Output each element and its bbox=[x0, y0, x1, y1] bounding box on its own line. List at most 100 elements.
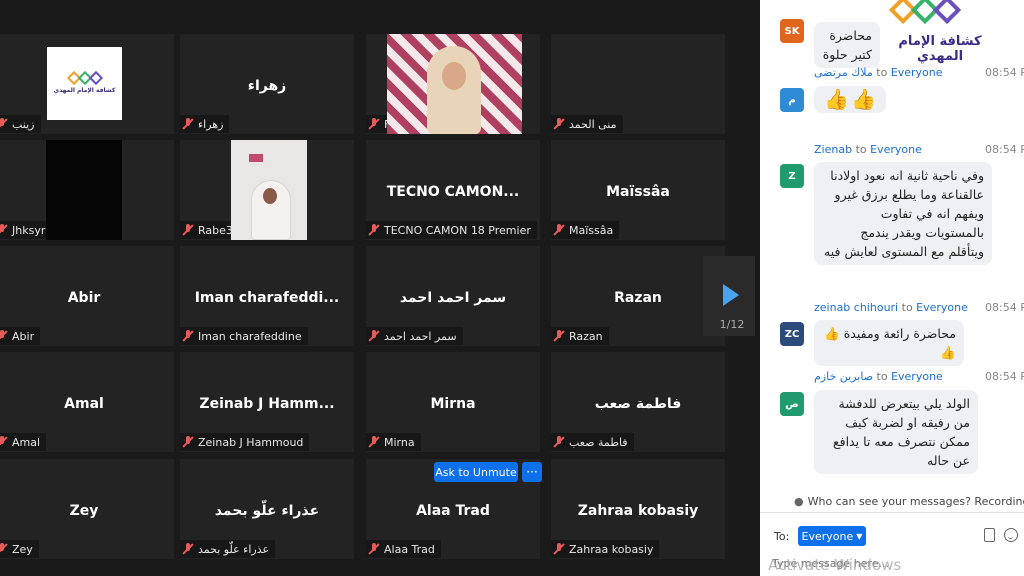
participant-tile[interactable]: Zey Zey bbox=[0, 459, 174, 559]
participant-display-name: Mirna bbox=[430, 396, 476, 412]
participant-tile[interactable]: Amal Amal bbox=[0, 352, 174, 452]
participant-tile[interactable]: Maïssâa Maïssâa bbox=[551, 140, 725, 240]
video-gallery: زينبزهراءزهراءFatima Chamseddineمنى الحم… bbox=[0, 0, 758, 576]
participant-tile[interactable]: Iman charafeddi... Iman charafeddine bbox=[180, 246, 354, 346]
participant-video-feed bbox=[46, 140, 122, 240]
participant-name-label: عذراء علّو بحمد bbox=[180, 540, 276, 558]
to-word: to bbox=[876, 370, 888, 383]
recipient-name[interactable]: Everyone bbox=[891, 370, 943, 383]
message-time: 08:54 P bbox=[985, 301, 1024, 314]
page-indicator: 1/12 bbox=[719, 318, 745, 331]
sender-avatar: Z bbox=[780, 164, 804, 188]
participant-tile[interactable]: منى الحمد bbox=[551, 34, 725, 134]
participant-label-text: Rabe3 bbox=[198, 223, 233, 237]
person-silhouette bbox=[427, 46, 481, 134]
message-header: zeinab chihouri to Everyone bbox=[814, 301, 968, 314]
mic-muted-icon bbox=[182, 330, 194, 342]
participant-label-text: Zeinab J Hammoud bbox=[198, 435, 304, 449]
participant-name-label: Abir bbox=[0, 327, 41, 345]
windows-activation-watermark: Activate Windows bbox=[768, 556, 902, 574]
file-icon[interactable] bbox=[984, 528, 995, 542]
mic-muted-icon bbox=[0, 330, 8, 342]
participant-label-text: سمر احمد احمد bbox=[384, 329, 457, 343]
participant-tile[interactable]: Zahraa kobasiy Zahraa kobasiy bbox=[551, 459, 725, 559]
mic-muted-icon bbox=[0, 436, 8, 448]
participant-name-label: زهراء bbox=[180, 115, 230, 133]
participant-display-name: Razan bbox=[614, 290, 662, 306]
recipient-name[interactable]: Everyone bbox=[891, 66, 943, 79]
participant-tile[interactable]: Razan Razan bbox=[551, 246, 725, 346]
message-header: صابرين خازم to Everyone bbox=[814, 370, 943, 383]
sender-name[interactable]: zeinab chihouri bbox=[814, 301, 898, 314]
participant-label-text: زهراء bbox=[198, 117, 224, 131]
mic-muted-icon bbox=[0, 118, 8, 130]
mic-muted-icon bbox=[182, 118, 194, 130]
recipient-name[interactable]: Everyone bbox=[916, 301, 968, 314]
participant-display-name: Zey bbox=[69, 503, 99, 519]
message-bubble: 👍👍 bbox=[814, 86, 886, 113]
mic-muted-icon bbox=[553, 118, 565, 130]
privacy-notice[interactable]: ● Who can see your messages? Recording O… bbox=[760, 492, 1024, 510]
participant-tile[interactable]: Abir Abir bbox=[0, 246, 174, 346]
participant-name-label: سمر احمد احمد bbox=[366, 327, 463, 345]
participant-label-text: زينب bbox=[12, 117, 35, 131]
participant-display-name: سمر احمد احمد bbox=[399, 290, 507, 306]
chat-panel: SK محاضرة كتير حلوة م ملاك مرتضى to Everyon… bbox=[760, 0, 1024, 576]
chevron-right-icon bbox=[723, 284, 739, 306]
message-bubble: محاضرة كتير حلوة bbox=[814, 22, 880, 68]
participant-label-text: Amal bbox=[12, 435, 41, 449]
face bbox=[263, 188, 277, 204]
participant-tile[interactable]: زهراء زهراء bbox=[180, 34, 354, 134]
scout-logo-icon bbox=[66, 70, 103, 86]
participant-tile[interactable]: Zeinab J Hamm... Zeinab J Hammoud bbox=[180, 352, 354, 452]
mic-muted-icon bbox=[368, 436, 380, 448]
sender-name[interactable]: Zienab bbox=[814, 143, 852, 156]
brand-logo-overlay: كشافة الإمام المهدي bbox=[875, 0, 1005, 64]
participant-label-text: منى الحمد bbox=[569, 117, 617, 131]
sender-name[interactable]: صابرين خازم bbox=[814, 370, 873, 383]
message-header: ملاك مرتضى to Everyone bbox=[814, 66, 943, 79]
participant-display-name: Iman charafeddi... bbox=[194, 290, 340, 306]
to-word: to bbox=[876, 66, 888, 79]
scout-logo-video: كشافة الإمام المهدي bbox=[47, 47, 122, 120]
participant-display-name: زهراء bbox=[247, 78, 287, 94]
recipient-name[interactable]: Everyone bbox=[870, 143, 922, 156]
logo-caption: كشافة الإمام المهدي bbox=[53, 87, 116, 94]
participant-label-text: Zey bbox=[12, 542, 33, 556]
message-time: 08:54 P bbox=[985, 143, 1024, 156]
participant-tile[interactable]: Mirna Mirna bbox=[366, 352, 540, 452]
participant-tile[interactable]: فاطمة صعب فاطمة صعب bbox=[551, 352, 725, 452]
message-time: 08:54 P bbox=[985, 370, 1024, 383]
participant-name-label: Alaa Trad bbox=[366, 540, 441, 558]
message-bubble: الولد يلي بيتعرض للدفشة من رفيقه او لضرب… bbox=[814, 390, 978, 474]
mic-muted-icon bbox=[553, 224, 565, 236]
ask-to-unmute-button[interactable]: Ask to Unmute bbox=[434, 462, 518, 482]
participant-video-feed bbox=[231, 140, 307, 240]
people-icon: ● bbox=[794, 494, 804, 508]
sender-avatar: م bbox=[780, 88, 804, 112]
participant-label-text: TECNO CAMON 18 Premier bbox=[384, 223, 531, 237]
mic-muted-icon bbox=[368, 330, 380, 342]
participant-name-label: Maïssâa bbox=[551, 221, 620, 239]
mic-muted-icon bbox=[0, 543, 8, 555]
participant-display-name: Alaa Trad bbox=[416, 503, 490, 519]
sender-avatar: ص bbox=[780, 392, 804, 416]
participant-name-label: Zahraa kobasiy bbox=[551, 540, 660, 558]
participant-tile[interactable]: عذراء علّو بحمد عذراء علّو بحمد bbox=[180, 459, 354, 559]
emoji-icon[interactable] bbox=[1004, 528, 1018, 542]
mic-muted-icon bbox=[553, 330, 565, 342]
more-options-button[interactable]: ··· bbox=[522, 462, 542, 482]
participant-display-name: عذراء علّو بحمد bbox=[214, 503, 320, 519]
sender-name[interactable]: ملاك مرتضى bbox=[814, 66, 873, 79]
mic-muted-icon bbox=[0, 224, 8, 236]
participant-tile[interactable]: سمر احمد احمد سمر احمد احمد bbox=[366, 246, 540, 346]
participant-name-label: زينب bbox=[0, 115, 41, 133]
participant-label-text: Mirna bbox=[384, 435, 415, 449]
participant-label-text: فاطمة صعب bbox=[569, 435, 628, 449]
participant-name-label: Mirna bbox=[366, 433, 421, 451]
participant-display-name: Abir bbox=[67, 290, 101, 306]
participant-display-name: Maïssâa bbox=[606, 184, 670, 200]
participant-tile[interactable]: TECNO CAMON... TECNO CAMON 18 Premier bbox=[366, 140, 540, 240]
recipient-select[interactable]: Everyone ▼ bbox=[798, 526, 866, 546]
participant-name-label: Razan bbox=[551, 327, 609, 345]
